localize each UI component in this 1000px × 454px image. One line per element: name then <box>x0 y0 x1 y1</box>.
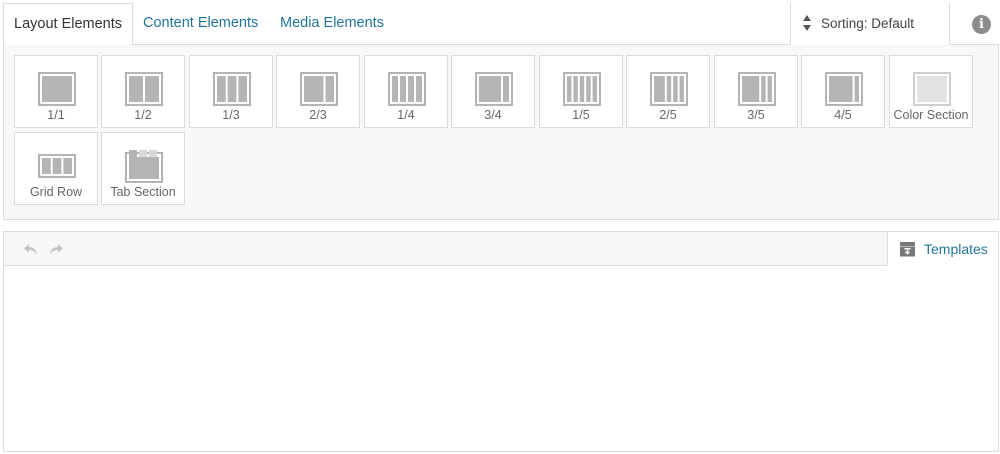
element-3-4[interactable]: 3/4 <box>451 55 535 128</box>
templates-button[interactable]: Templates <box>887 232 998 266</box>
builder-canvas: Templates <box>3 231 999 452</box>
column-3-4-icon <box>475 72 513 106</box>
column-1-2-icon <box>125 72 163 106</box>
templates-box-icon <box>900 242 915 257</box>
column-1-1-icon <box>38 72 76 106</box>
element-label: 1/5 <box>572 108 590 122</box>
sorting-dropdown[interactable]: Sorting: Default <box>790 3 950 45</box>
element-color-section[interactable]: Color Section <box>889 55 973 128</box>
undo-icon[interactable] <box>23 241 39 257</box>
element-1-4[interactable]: 1/4 <box>364 55 448 128</box>
element-2-3[interactable]: 2/3 <box>276 55 360 128</box>
element-1-1[interactable]: 1/1 <box>14 55 98 128</box>
editor-toolbar: Templates <box>4 232 998 266</box>
element-1-5[interactable]: 1/5 <box>539 55 623 128</box>
element-3-5[interactable]: 3/5 <box>714 55 798 128</box>
element-tabs: Layout Elements Content Elements Media E… <box>3 3 999 46</box>
element-1-3[interactable]: 1/3 <box>189 55 273 128</box>
column-1-3-icon <box>213 72 251 106</box>
element-tab-section[interactable]: Tab Section <box>101 132 185 205</box>
column-4-5-icon <box>825 72 863 106</box>
element-label: Tab Section <box>110 185 176 199</box>
element-2-5[interactable]: 2/5 <box>626 55 710 128</box>
element-label: 3/5 <box>747 108 765 122</box>
element-label: Grid Row <box>29 185 83 199</box>
element-label: 2/3 <box>309 108 327 122</box>
element-label: 1/2 <box>134 108 152 122</box>
templates-label: Templates <box>924 241 988 257</box>
sort-arrows-icon <box>803 15 811 31</box>
column-1-4-icon <box>388 72 426 106</box>
color-section-icon <box>913 72 951 106</box>
element-label: 1/1 <box>47 108 65 122</box>
column-2-3-icon <box>300 72 338 106</box>
element-label: 3/4 <box>484 108 502 122</box>
grid-row-icon <box>38 154 76 178</box>
tab-media-elements[interactable]: Media Elements <box>280 3 384 45</box>
redo-icon[interactable] <box>48 241 64 257</box>
element-1-2[interactable]: 1/2 <box>101 55 185 128</box>
layout-elements-palette: 1/1 1/2 1/3 2/3 1/4 3/4 1/5 2/5 3/5 4/5 … <box>3 45 999 220</box>
element-label: 4/5 <box>834 108 852 122</box>
element-label: 2/5 <box>659 108 677 122</box>
tab-layout-elements[interactable]: Layout Elements <box>3 3 134 46</box>
column-2-5-icon <box>650 72 688 106</box>
tab-section-icon <box>125 150 163 183</box>
element-label: Color Section <box>893 108 969 122</box>
info-icon[interactable]: i <box>972 15 991 34</box>
element-grid-row[interactable]: Grid Row <box>14 132 98 205</box>
column-3-5-icon <box>738 72 776 106</box>
tab-content-elements[interactable]: Content Elements <box>143 3 258 45</box>
builder-drop-area[interactable] <box>4 266 998 451</box>
sorting-label: Sorting: Default <box>821 16 915 31</box>
column-1-5-icon <box>563 72 601 106</box>
element-label: 1/3 <box>222 108 240 122</box>
element-4-5[interactable]: 4/5 <box>801 55 885 128</box>
element-label: 1/4 <box>397 108 415 122</box>
